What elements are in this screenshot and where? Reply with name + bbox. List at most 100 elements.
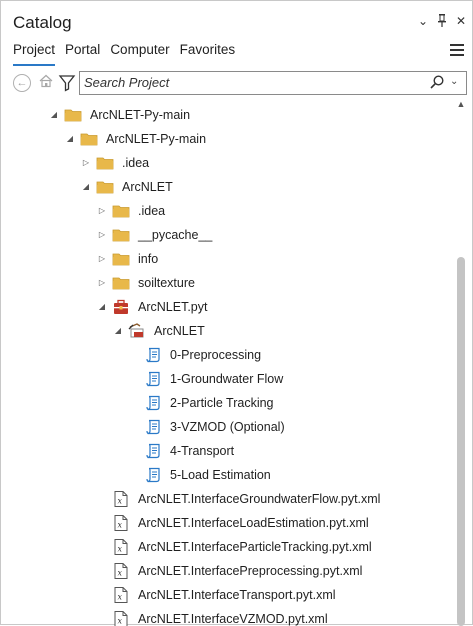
- tree-item-label: ArcNLET.InterfaceVZMOD.pyt.xml: [138, 612, 328, 626]
- scroll-thumb[interactable]: [457, 257, 465, 626]
- toolset-icon: [128, 323, 146, 339]
- home-icon[interactable]: [38, 74, 54, 90]
- tree-item-label: __pycache__: [138, 228, 213, 242]
- script-tool-icon: [144, 371, 162, 387]
- tree-item-label: ArcNLET.InterfacePreprocessing.pyt.xml: [138, 564, 363, 578]
- tree-item-label: 1-Groundwater Flow: [170, 372, 284, 386]
- script-tool-icon: [144, 443, 162, 459]
- tree-item-label: 5-Load Estimation: [170, 468, 271, 482]
- tree-item-label: soiltexture: [138, 276, 195, 290]
- folder-icon: [112, 251, 130, 267]
- tree-item[interactable]: x ArcNLET.InterfaceLoadEstimation.pyt.xml: [1, 512, 451, 534]
- tree-item[interactable]: ◢ ArcNLET: [1, 176, 451, 198]
- svg-text:x: x: [118, 569, 123, 578]
- script-tool-icon: [144, 467, 162, 483]
- tree-item[interactable]: ▷ .idea: [1, 152, 451, 174]
- tree-item[interactable]: x ArcNLET.InterfacePreprocessing.pyt.xml: [1, 560, 451, 582]
- expand-arrow-icon[interactable]: ▷: [97, 272, 107, 294]
- collapse-arrow-icon[interactable]: ◢: [49, 104, 59, 126]
- tree-item-label: ArcNLET.InterfaceTransport.pyt.xml: [138, 588, 336, 602]
- collapse-arrow-icon[interactable]: ◢: [65, 128, 75, 150]
- folder-icon: [64, 107, 82, 123]
- tree-item-label: 3-VZMOD (Optional): [170, 420, 285, 434]
- back-icon[interactable]: ←: [13, 74, 31, 92]
- tab-portal[interactable]: Portal: [65, 42, 100, 64]
- search-input[interactable]: [84, 74, 414, 91]
- python-toolbox-icon: [112, 299, 130, 315]
- tree-item-label: 0-Preprocessing: [170, 348, 262, 362]
- folder-icon: [96, 155, 114, 171]
- xml-file-icon: x: [112, 491, 130, 507]
- collapse-arrow-icon[interactable]: ◢: [81, 176, 91, 198]
- menu-icon[interactable]: [450, 44, 464, 59]
- tree-item-label: .idea: [138, 204, 166, 218]
- tab-bar: Project Portal Computer Favorites: [13, 42, 235, 66]
- pin-icon[interactable]: [437, 14, 447, 30]
- tree-item[interactable]: ▷ soiltexture: [1, 272, 451, 294]
- tree-item[interactable]: x ArcNLET.InterfaceVZMOD.pyt.xml: [1, 608, 451, 626]
- xml-file-icon: x: [112, 587, 130, 603]
- tree-item[interactable]: 3-VZMOD (Optional): [1, 416, 451, 438]
- expand-arrow-icon[interactable]: ▷: [97, 200, 107, 222]
- expand-arrow-icon[interactable]: ▷: [97, 248, 107, 270]
- scroll-up-icon[interactable]: ▲: [455, 99, 467, 109]
- folder-icon: [80, 131, 98, 147]
- vertical-scrollbar[interactable]: ▲: [455, 99, 467, 626]
- script-tool-icon: [144, 419, 162, 435]
- tree-item[interactable]: x ArcNLET.InterfaceParticleTracking.pyt.x…: [1, 536, 451, 558]
- tree-item-label: 4-Transport: [170, 444, 235, 458]
- tree-item-label: ArcNLET.InterfaceParticleTracking.pyt.xm…: [138, 540, 372, 554]
- tree-item[interactable]: 2-Particle Tracking: [1, 392, 451, 414]
- tree-item[interactable]: ◢ ArcNLET-Py-main: [1, 104, 451, 126]
- xml-file-icon: x: [112, 563, 130, 579]
- tree-item[interactable]: 5-Load Estimation: [1, 464, 451, 486]
- filter-icon[interactable]: [58, 73, 76, 93]
- expand-arrow-icon[interactable]: ▷: [81, 152, 91, 174]
- xml-file-icon: x: [112, 515, 130, 531]
- tab-computer[interactable]: Computer: [110, 42, 169, 64]
- tree-item-label: info: [138, 252, 159, 266]
- close-icon[interactable]: ✕: [456, 14, 466, 28]
- tree-item[interactable]: ▷ .idea: [1, 200, 451, 222]
- tree-item-label: ArcNLET.pyt: [138, 300, 208, 314]
- folder-icon: [112, 227, 130, 243]
- search-options-chevron-icon[interactable]: ⌄: [450, 76, 458, 87]
- tree-item[interactable]: ◢ ArcNLET: [1, 320, 451, 342]
- tree-item-label: ArcNLET.InterfaceLoadEstimation.pyt.xml: [138, 516, 369, 530]
- collapse-arrow-icon[interactable]: ◢: [113, 320, 123, 342]
- folder-icon: [112, 275, 130, 291]
- catalog-tree: ◢ ArcNLET-Py-main ◢ ArcNLET-Py-main ▷ .idea ◢ A…: [1, 99, 456, 626]
- tree-item[interactable]: ▷ __pycache__: [1, 224, 451, 246]
- tree-item[interactable]: ◢ ArcNLET-Py-main: [1, 128, 451, 150]
- svg-text:x: x: [118, 617, 123, 626]
- tree-item[interactable]: ◢ ArcNLET.pyt: [1, 296, 451, 318]
- title-bar: Catalog ⌄ ✕: [1, 1, 472, 37]
- svg-text:x: x: [118, 545, 123, 554]
- toolbar: ← ⌄: [11, 71, 467, 95]
- search-icon[interactable]: [429, 74, 445, 90]
- tree-item[interactable]: 0-Preprocessing: [1, 344, 451, 366]
- tree-item-label: ArcNLET-Py-main: [106, 132, 207, 146]
- tree-item-label: ArcNLET: [122, 180, 173, 194]
- tab-project[interactable]: Project: [13, 42, 56, 66]
- tree-item[interactable]: ▷ info: [1, 248, 451, 270]
- collapse-arrow-icon[interactable]: ◢: [97, 296, 107, 318]
- svg-text:x: x: [118, 497, 123, 506]
- tree-item-label: ArcNLET-Py-main: [90, 108, 191, 122]
- tree-item[interactable]: x ArcNLET.InterfaceGroundwaterFlow.pyt.xm…: [1, 488, 451, 510]
- expand-arrow-icon[interactable]: ▷: [97, 224, 107, 246]
- tab-favorites[interactable]: Favorites: [180, 42, 236, 64]
- tree-item[interactable]: 4-Transport: [1, 440, 451, 462]
- pane-title: Catalog: [13, 13, 72, 32]
- tree-item-label: ArcNLET.InterfaceGroundwaterFlow.pyt.xml: [138, 492, 381, 506]
- tree-item[interactable]: x ArcNLET.InterfaceTransport.pyt.xml: [1, 584, 451, 606]
- tree-item[interactable]: 1-Groundwater Flow: [1, 368, 451, 390]
- tree-item-label: .idea: [122, 156, 150, 170]
- xml-file-icon: x: [112, 611, 130, 626]
- tree-item-label: 2-Particle Tracking: [170, 396, 274, 410]
- script-tool-icon: [144, 395, 162, 411]
- search-box[interactable]: ⌄: [79, 71, 467, 95]
- script-tool-icon: [144, 347, 162, 363]
- chevron-down-icon[interactable]: ⌄: [418, 14, 428, 28]
- xml-file-icon: x: [112, 539, 130, 555]
